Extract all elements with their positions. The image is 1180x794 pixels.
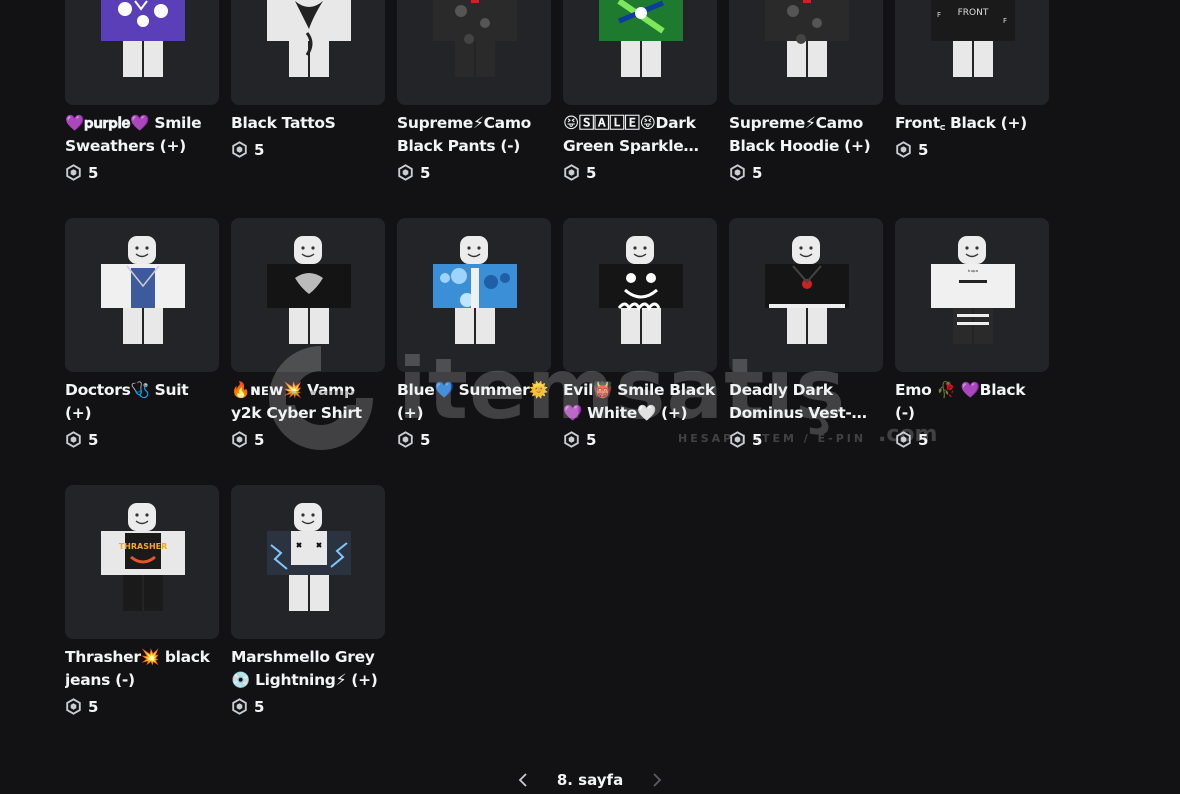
catalog-item-card[interactable]: THRASHER Thrasher💥 black jeans (-) 5 bbox=[65, 485, 219, 718]
robux-icon bbox=[65, 431, 82, 448]
item-price-value: 5 bbox=[254, 430, 265, 449]
catalog-item-card[interactable]: FRONT F F Front꜀ Black (+) 5 bbox=[895, 0, 1049, 161]
robux-icon bbox=[895, 141, 912, 158]
robux-icon bbox=[397, 431, 414, 448]
robux-icon bbox=[231, 141, 248, 158]
item-thumbnail[interactable]: ᵏᵘᵖᵃ bbox=[895, 218, 1049, 372]
item-thumbnail[interactable] bbox=[563, 218, 717, 372]
chevron-left-icon[interactable] bbox=[517, 770, 529, 790]
item-thumbnail[interactable] bbox=[65, 0, 219, 105]
item-price: 5 bbox=[397, 428, 551, 451]
svg-text:THRASHER: THRASHER bbox=[119, 542, 168, 551]
item-price: 5 bbox=[729, 428, 883, 451]
item-price-value: 5 bbox=[254, 697, 265, 716]
robux-icon bbox=[563, 164, 580, 181]
item-price-value: 5 bbox=[918, 140, 929, 159]
item-thumbnail[interactable] bbox=[65, 218, 219, 372]
catalog-item-card[interactable]: 🔥ɴᴇᴡ💥 Vamp y2k Cyber Shirt 5 bbox=[231, 218, 385, 451]
item-price-value: 5 bbox=[752, 163, 763, 182]
catalog-item-card[interactable]: Supreme⚡Camo Black Pants (-) 5 bbox=[397, 0, 551, 184]
robux-icon bbox=[65, 164, 82, 181]
catalog-item-card[interactable]: ᵏᵘᵖᵃ Emo 🥀 💜Black (-) 5 bbox=[895, 218, 1049, 451]
item-name[interactable]: 💜𝐩𝐮𝐫𝐩𝐥𝐞💜 Smile Sweathers (+) bbox=[65, 112, 219, 158]
item-price: 5 bbox=[231, 695, 385, 718]
robux-icon bbox=[231, 698, 248, 715]
item-thumbnail[interactable] bbox=[231, 485, 385, 639]
svg-text:F: F bbox=[937, 11, 941, 19]
item-thumbnail[interactable] bbox=[231, 218, 385, 372]
item-name[interactable]: Marshmello Grey💿 Lightning⚡ (+) bbox=[231, 646, 385, 692]
item-price-value: 5 bbox=[918, 430, 929, 449]
chevron-right-icon[interactable] bbox=[651, 770, 663, 790]
robux-icon bbox=[729, 431, 746, 448]
item-name[interactable]: Evil👹 Smile Black 💜 White🤍 (+) bbox=[563, 379, 717, 425]
item-price-value: 5 bbox=[586, 430, 597, 449]
item-price-value: 5 bbox=[88, 697, 99, 716]
item-name[interactable]: Thrasher💥 black jeans (-) bbox=[65, 646, 219, 692]
item-price: 5 bbox=[895, 138, 1049, 161]
item-thumbnail[interactable] bbox=[397, 218, 551, 372]
item-price-value: 5 bbox=[254, 140, 265, 159]
page-indicator: 8. sayfa bbox=[556, 771, 624, 789]
svg-text:ᵏᵘᵖᵃ: ᵏᵘᵖᵃ bbox=[968, 269, 978, 276]
item-price: 5 bbox=[65, 161, 219, 184]
item-price: 5 bbox=[397, 161, 551, 184]
item-price: 5 bbox=[231, 138, 385, 161]
item-price: 5 bbox=[563, 428, 717, 451]
item-thumbnail[interactable] bbox=[397, 0, 551, 105]
item-price-value: 5 bbox=[88, 430, 99, 449]
catalog-item-card[interactable]: Blue💙 Summer🌞 (+) 5 bbox=[397, 218, 551, 451]
item-price-value: 5 bbox=[88, 163, 99, 182]
item-name[interactable]: 😝🅂🄰🄻🄴😝Dark Green Sparkle Hoodie bbox=[563, 112, 717, 158]
item-price: 5 bbox=[895, 428, 1049, 451]
item-name[interactable]: Supreme⚡Camo Black Hoodie (+) bbox=[729, 112, 883, 158]
item-thumbnail[interactable] bbox=[563, 0, 717, 105]
catalog-item-card[interactable]: Evil👹 Smile Black 💜 White🤍 (+) 5 bbox=[563, 218, 717, 451]
item-name[interactable]: Black TattoS bbox=[231, 112, 385, 135]
item-name[interactable]: Deadly Dark Dominus Vest-Cape Set bbox=[729, 379, 883, 425]
item-price-value: 5 bbox=[752, 430, 763, 449]
catalog-item-card[interactable]: Doctors🩺 Suit (+) 5 bbox=[65, 218, 219, 451]
robux-icon bbox=[895, 431, 912, 448]
robux-icon bbox=[729, 164, 746, 181]
robux-icon bbox=[65, 698, 82, 715]
item-price-value: 5 bbox=[420, 163, 431, 182]
catalog-item-card[interactable]: Deadly Dark Dominus Vest-Cape Set 5 bbox=[729, 218, 883, 451]
item-thumbnail[interactable]: THRASHER bbox=[65, 485, 219, 639]
item-name[interactable]: Front꜀ Black (+) bbox=[895, 112, 1049, 135]
item-name[interactable]: Blue💙 Summer🌞 (+) bbox=[397, 379, 551, 425]
catalog-item-card[interactable]: 😝🅂🄰🄻🄴😝Dark Green Sparkle Hoodie 5 bbox=[563, 0, 717, 184]
item-thumbnail[interactable] bbox=[729, 218, 883, 372]
catalog-item-card[interactable]: Supreme⚡Camo Black Hoodie (+) 5 bbox=[729, 0, 883, 184]
item-price: 5 bbox=[65, 428, 219, 451]
item-name[interactable]: Emo 🥀 💜Black (-) bbox=[895, 379, 1049, 425]
item-price: 5 bbox=[563, 161, 717, 184]
item-name[interactable]: Doctors🩺 Suit (+) bbox=[65, 379, 219, 425]
item-price-value: 5 bbox=[420, 430, 431, 449]
item-name[interactable]: Supreme⚡Camo Black Pants (-) bbox=[397, 112, 551, 158]
robux-icon bbox=[397, 164, 414, 181]
pagination: 8. sayfa bbox=[0, 770, 1180, 790]
item-thumbnail[interactable] bbox=[729, 0, 883, 105]
item-price-value: 5 bbox=[586, 163, 597, 182]
item-thumbnail[interactable]: FRONT F F bbox=[895, 0, 1049, 105]
svg-text:F: F bbox=[1003, 17, 1007, 25]
catalog-item-card[interactable]: Black TattoS 5 bbox=[231, 0, 385, 161]
item-price: 5 bbox=[729, 161, 883, 184]
catalog-item-card[interactable]: 💜𝐩𝐮𝐫𝐩𝐥𝐞💜 Smile Sweathers (+) 5 bbox=[65, 0, 219, 184]
robux-icon bbox=[231, 431, 248, 448]
item-thumbnail[interactable] bbox=[231, 0, 385, 105]
item-price: 5 bbox=[231, 428, 385, 451]
item-price: 5 bbox=[65, 695, 219, 718]
svg-text:FRONT: FRONT bbox=[958, 8, 989, 18]
item-name[interactable]: 🔥ɴᴇᴡ💥 Vamp y2k Cyber Shirt bbox=[231, 379, 385, 425]
catalog-item-card[interactable]: Marshmello Grey💿 Lightning⚡ (+) 5 bbox=[231, 485, 385, 718]
robux-icon bbox=[563, 431, 580, 448]
